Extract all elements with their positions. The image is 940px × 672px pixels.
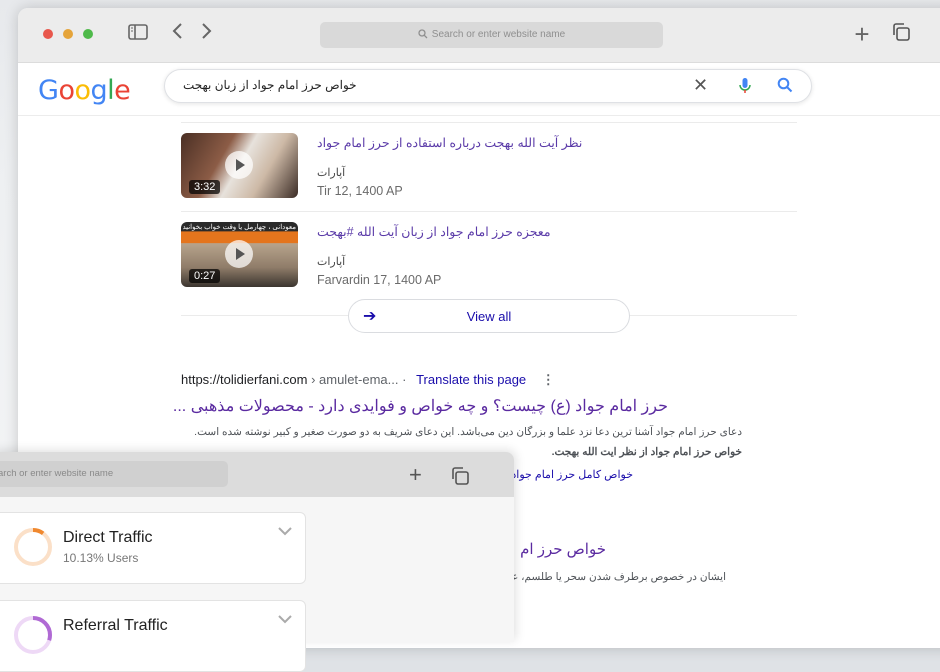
google-search-box[interactable]: خواص حرز امام جواد از زبان بهجت ✕ <box>164 69 812 103</box>
new-tab-icon[interactable]: + <box>850 21 874 47</box>
video-title[interactable]: معجزه حرز امام جواد از زبان آیت الله #به… <box>317 224 551 239</box>
video-thumbnail[interactable]: 3:32 <box>181 133 298 198</box>
close-window-button[interactable] <box>43 29 53 39</box>
result-snippet: ایشان در خصوص برطرف شدن سحر یا طلسم، علا… <box>500 571 726 583</box>
video-result[interactable]: معودانی ، چهارمل یا وقت خواب بخوانید 0:2… <box>181 222 821 306</box>
video-date: Farvardin 17, 1400 AP <box>317 273 442 287</box>
minimize-window-button[interactable] <box>63 29 73 39</box>
result-title[interactable]: خواص حرز ام <box>520 540 606 558</box>
divider <box>181 122 797 123</box>
more-options-icon[interactable]: ⋮ <box>542 372 555 387</box>
play-icon <box>225 240 253 268</box>
card-title: Referral Traffic <box>63 617 168 634</box>
translate-link[interactable]: Translate this page <box>416 372 526 387</box>
sidebar-toggle-icon[interactable] <box>126 22 150 46</box>
video-source: آپارات <box>317 167 346 179</box>
google-header: Google خواص حرز امام جواد از زبان بهجت ✕ <box>18 63 940 116</box>
tab-overview-icon[interactable] <box>889 22 913 46</box>
clear-search-icon[interactable]: ✕ <box>693 75 708 96</box>
forward-icon[interactable] <box>195 22 219 46</box>
microphone-icon[interactable] <box>739 77 751 100</box>
card-subtitle: 10.13% Users <box>63 551 139 565</box>
video-duration: 0:27 <box>189 269 221 283</box>
video-result[interactable]: 3:32 نظر آیت الله بهجت درباره استفاده از… <box>181 133 821 217</box>
card-title: Direct Traffic <box>63 529 153 546</box>
video-duration: 3:32 <box>189 180 221 194</box>
overlay-address-bar[interactable]: arch or enter website name <box>0 461 228 487</box>
view-all-label: View all <box>466 309 512 324</box>
divider <box>181 211 797 212</box>
zoom-window-button[interactable] <box>83 29 93 39</box>
back-icon[interactable] <box>165 22 189 46</box>
address-bar[interactable]: Search or enter website name <box>320 22 663 48</box>
progress-ring-icon <box>14 616 52 654</box>
view-all-button[interactable]: ➔ View all <box>348 299 630 333</box>
video-date: Tir 12, 1400 AP <box>317 184 403 198</box>
traffic-card[interactable]: Direct Traffic 10.13% Users <box>0 512 306 584</box>
play-icon <box>225 151 253 179</box>
tab-overview-icon[interactable] <box>450 466 470 491</box>
result-snippet: خواص حرز امام جواد از نظر ایت الله بهجت. <box>551 446 742 458</box>
chevron-down-icon[interactable] <box>277 523 293 539</box>
new-tab-icon[interactable]: + <box>409 462 422 488</box>
result-path: › amulet-ema... <box>311 372 399 387</box>
progress-ring-icon <box>14 528 52 566</box>
result-title[interactable]: حرز امام جواد (ع) چیست؟ و چه خواص و فوای… <box>173 396 668 416</box>
result-snippet: دعای حرز امام جواد آشنا ترین دعا نزد علم… <box>194 426 742 438</box>
google-logo[interactable]: Google <box>38 75 131 106</box>
overlay-titlebar: arch or enter website name + <box>0 452 514 497</box>
chevron-down-icon[interactable] <box>277 611 293 627</box>
search-submit-icon[interactable] <box>777 77 793 98</box>
overlay-browser-window: arch or enter website name + Direct Traf… <box>0 452 514 672</box>
result-sublink[interactable]: خواص کامل حرز امام جواد (ع <box>498 468 633 481</box>
thumbnail-caption: معودانی ، چهارمل یا وقت خواب بخوانید <box>183 224 296 231</box>
video-source: آپارات <box>317 256 346 268</box>
address-placeholder: Search or enter website name <box>431 29 566 40</box>
video-thumbnail[interactable]: معودانی ، چهارمل یا وقت خواب بخوانید 0:2… <box>181 222 298 287</box>
browser-titlebar: Search or enter website name + <box>18 8 940 63</box>
result-citation[interactable]: https://tolidierfani.com › amulet-ema...… <box>181 372 555 388</box>
result-site: https://tolidierfani.com <box>181 372 308 387</box>
traffic-card[interactable]: Referral Traffic <box>0 600 306 672</box>
video-title[interactable]: نظر آیت الله بهجت درباره استفاده از حرز … <box>317 135 582 150</box>
search-icon <box>418 29 428 39</box>
search-query[interactable]: خواص حرز امام جواد از زبان بهجت <box>183 78 357 92</box>
